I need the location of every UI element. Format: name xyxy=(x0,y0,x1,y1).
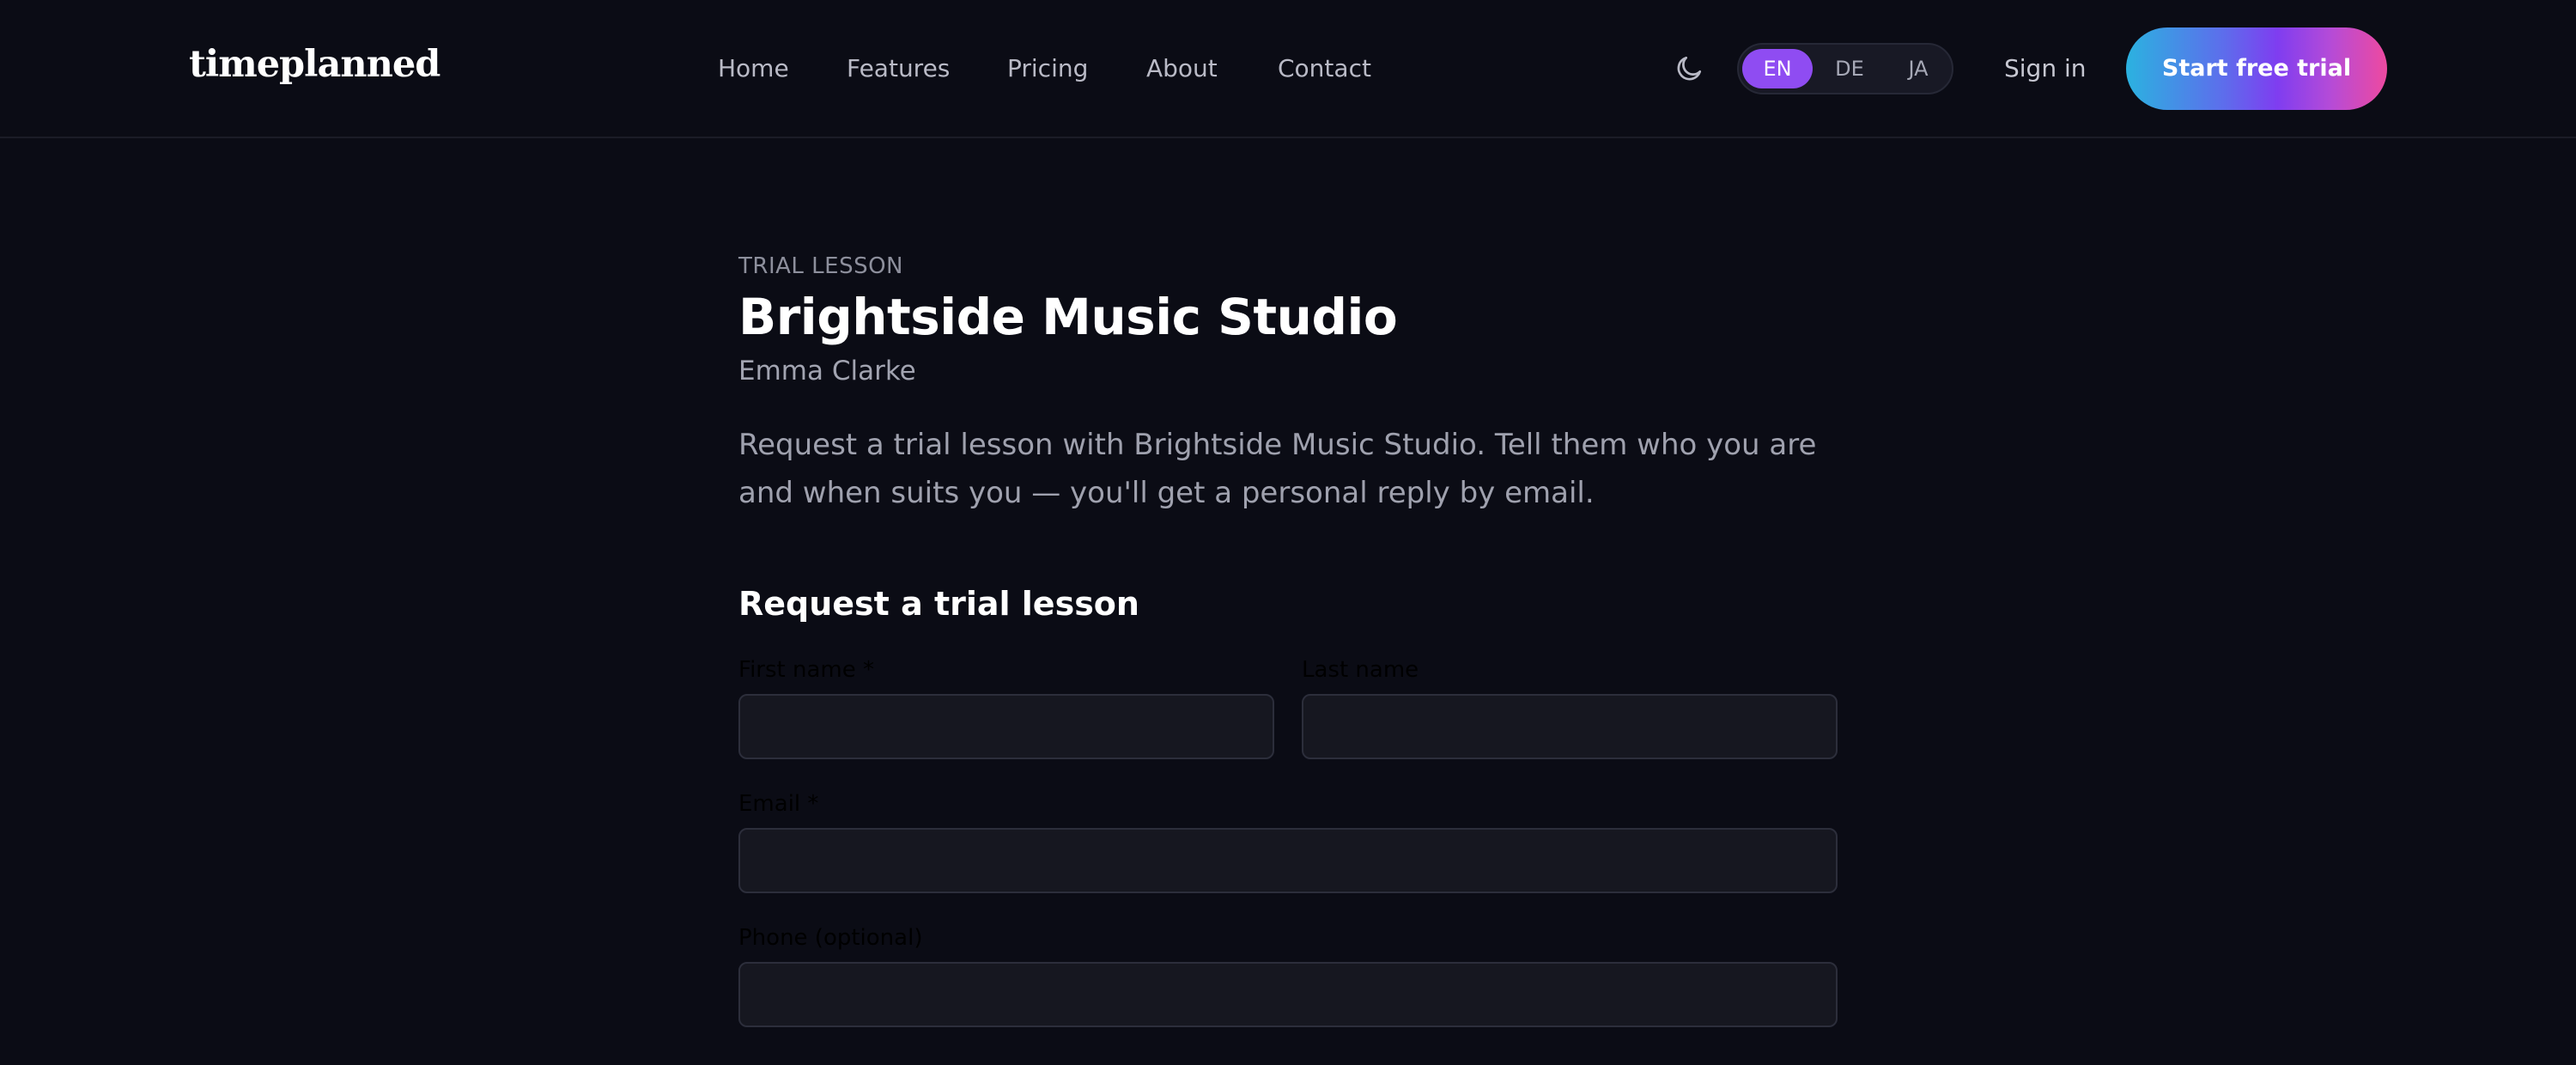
intro-text: Request a trial lesson with Brightside M… xyxy=(738,428,1817,510)
last-name-input[interactable] xyxy=(1302,694,1838,759)
first-name-input[interactable] xyxy=(738,694,1274,759)
phone-input[interactable] xyxy=(738,962,1838,1027)
language-option-en[interactable]: EN xyxy=(1742,49,1813,88)
sign-in-link[interactable]: Sign in xyxy=(2004,50,2087,88)
email-input[interactable] xyxy=(738,828,1838,893)
language-option-ja[interactable]: JA xyxy=(1890,49,1947,88)
page-eyebrow: TRIAL LESSON xyxy=(738,253,903,279)
moon-icon xyxy=(1677,56,1702,81)
language-option-de[interactable]: DE xyxy=(1820,49,1879,88)
phone-label: Phone (optional) xyxy=(738,925,923,951)
page-title: Brightside Music Studio xyxy=(738,288,1398,346)
nav-link-home[interactable]: Home xyxy=(718,50,789,88)
nav-link-features[interactable]: Features xyxy=(847,50,950,88)
nav-link-pricing[interactable]: Pricing xyxy=(1007,50,1088,88)
last-name-label: Last name xyxy=(1302,657,1419,683)
logo[interactable]: timeplanned xyxy=(189,41,440,88)
teacher-name: Emma Clarke xyxy=(738,356,916,386)
language-switcher: EN DE JA xyxy=(1737,43,1953,94)
email-label: Email * xyxy=(738,791,819,817)
nav-link-contact[interactable]: Contact xyxy=(1278,50,1371,88)
start-free-trial-button[interactable]: Start free trial xyxy=(2126,27,2387,110)
first-name-label: First name * xyxy=(738,657,874,683)
nav-link-about[interactable]: About xyxy=(1146,50,1218,88)
form-title: Request a trial lesson xyxy=(738,585,1139,623)
site-header: timeplanned Home Features Pricing About … xyxy=(0,0,2576,138)
theme-toggle-button[interactable] xyxy=(1670,50,1708,88)
